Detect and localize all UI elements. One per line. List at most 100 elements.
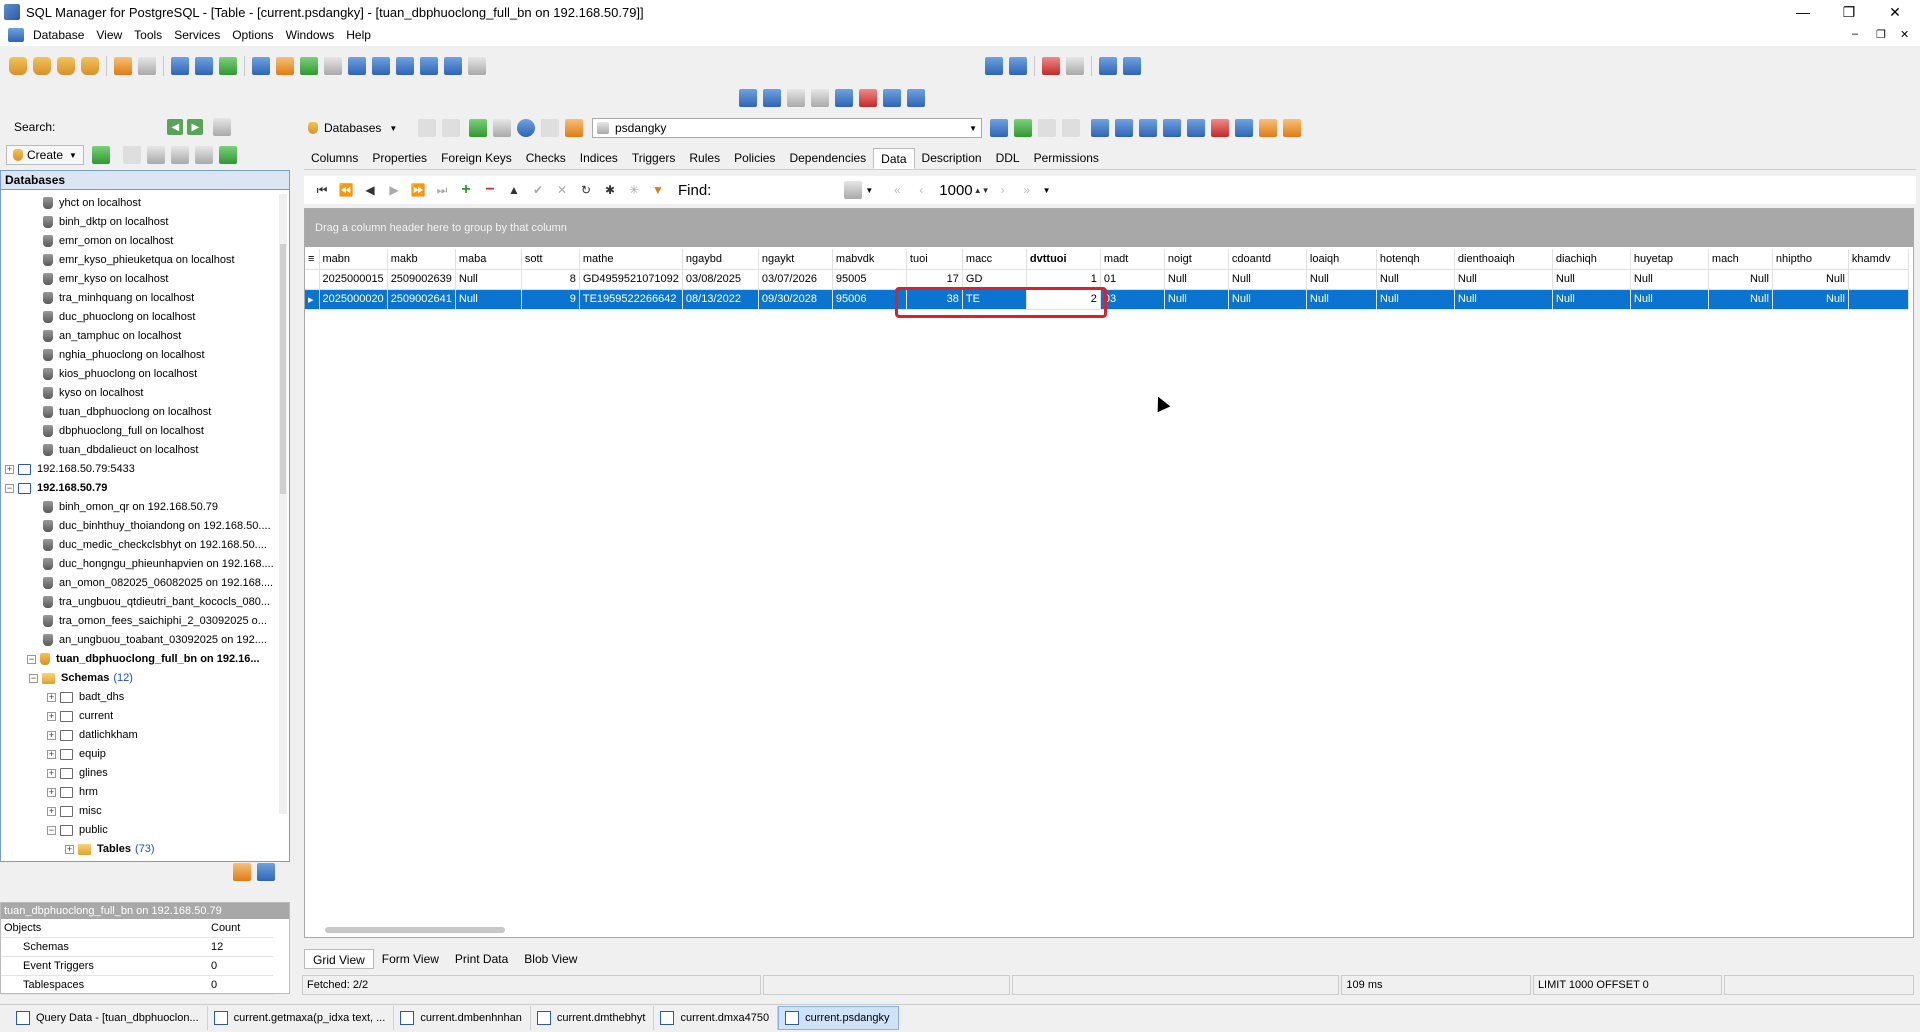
duplicate-icon[interactable]: [1163, 119, 1181, 137]
collapse-icon[interactable]: −: [47, 825, 56, 835]
table-row[interactable]: 2025000015 2509002639 Null 8 GD4959521071092…: [305, 269, 1909, 290]
tree-item[interactable]: an_ungbuou_toabant_03092025 on 192....: [43, 631, 267, 650]
taskbar-window-button[interactable]: current.dmxa4750: [654, 1005, 779, 1030]
column-header[interactable]: cdoantd: [1228, 249, 1307, 270]
table-cell[interactable]: [1848, 289, 1909, 310]
tab-rules[interactable]: Rules: [682, 148, 727, 169]
next-fetch-icon[interactable]: ›: [993, 180, 1013, 200]
close-all-icon[interactable]: [859, 89, 877, 107]
table-cell[interactable]: Null: [1164, 269, 1229, 290]
last-record-icon[interactable]: ⏭: [432, 180, 452, 200]
tree-item[interactable]: emr_kyso_phieuketqua on localhost: [43, 251, 235, 270]
column-header[interactable]: khamdv: [1848, 249, 1909, 270]
limit-spinner-icon[interactable]: ▲▼: [974, 180, 990, 200]
prev-fetch-icon[interactable]: ‹: [911, 180, 931, 200]
history-icon[interactable]: [218, 146, 237, 164]
tree-item[interactable]: tra_omon_fees_saichiphi_2_03092025 o...: [43, 612, 267, 631]
register-database-icon[interactable]: [33, 57, 51, 75]
tree-item[interactable]: duc_binhthuy_thoiandong on 192.168.50...…: [43, 517, 271, 536]
table-cell[interactable]: Null: [1772, 269, 1849, 290]
tab-data[interactable]: Data: [873, 148, 915, 169]
column-header[interactable]: sott: [521, 249, 580, 270]
tree-item[interactable]: − tuan_dbphuoclong_full_bn on 192.16...: [27, 650, 260, 669]
tree-item[interactable]: tra_ungbuou_qtdieutri_bant_kococls_080..…: [43, 593, 270, 612]
tree-item[interactable]: + badt_dhs: [47, 688, 124, 707]
column-header[interactable]: mabvdk: [832, 249, 907, 270]
expand-icon[interactable]: +: [65, 844, 74, 854]
bookmark-icon[interactable]: ✱: [600, 180, 620, 200]
table-cell[interactable]: Null: [1306, 269, 1377, 290]
column-header[interactable]: mathe: [579, 249, 683, 270]
tab-triggers[interactable]: Triggers: [625, 148, 683, 169]
row-indicator[interactable]: [305, 269, 320, 290]
backup-icon[interactable]: [348, 57, 366, 75]
properties-table-icon[interactable]: [1283, 119, 1301, 137]
rollback-icon[interactable]: [1062, 119, 1080, 137]
column-header[interactable]: macc: [962, 249, 1027, 270]
search-options-icon[interactable]: [213, 118, 232, 136]
table-cell[interactable]: 09/30/2028: [758, 289, 833, 310]
tree-item[interactable]: + glines: [47, 764, 108, 783]
group-icon[interactable]: [420, 57, 438, 75]
table-cell[interactable]: Null: [1376, 269, 1455, 290]
tree-item[interactable]: − 192.168.50.79: [5, 479, 107, 498]
properties-icon[interactable]: [138, 57, 156, 75]
table-cell[interactable]: 8: [521, 269, 580, 290]
search-previous-icon[interactable]: ◀: [167, 119, 184, 135]
post-edit-icon[interactable]: ✔: [528, 180, 548, 200]
tree-item[interactable]: duc_hongngu_phieunhapvien on 192.168....: [43, 555, 274, 574]
mdi-close-button[interactable]: ✕: [1900, 28, 1909, 41]
print-icon[interactable]: [324, 57, 342, 75]
menu-view[interactable]: View: [90, 28, 128, 42]
restore-button[interactable]: ❐: [1826, 0, 1872, 24]
table-cell[interactable]: Null: [1630, 269, 1709, 290]
extract-icon[interactable]: [372, 57, 390, 75]
taskbar-window-button[interactable]: current.dmthebhyt: [531, 1005, 655, 1030]
taskbar-window-button[interactable]: Query Data - [tuan_dbphuoclon...: [10, 1005, 208, 1030]
chart-icon[interactable]: [219, 57, 237, 75]
database-tree[interactable]: yhct on localhost binh_dktp on localhost e…: [0, 190, 290, 862]
table-cell[interactable]: 08/13/2022: [682, 289, 759, 310]
column-header[interactable]: ngaybd: [682, 249, 759, 270]
table-cell[interactable]: 2025000020: [319, 289, 388, 310]
table-cell[interactable]: Null: [1552, 289, 1631, 310]
table-cell[interactable]: 9: [521, 289, 580, 310]
taskbar-window-button[interactable]: current.psdangky: [778, 1005, 899, 1030]
report-icon[interactable]: [1042, 57, 1060, 75]
group-by-panel[interactable]: Drag a column header here to group by th…: [305, 209, 1913, 247]
tree-item[interactable]: duc_phuoclong on localhost: [43, 308, 195, 327]
mdi-window-icon[interactable]: [8, 28, 24, 42]
minimize-button[interactable]: —: [1780, 0, 1826, 24]
tab-columns[interactable]: Columns: [304, 148, 365, 169]
tree-item[interactable]: duc_medic_checkclsbhyt on 192.168.50....: [43, 536, 267, 555]
arrange-icon[interactable]: [835, 89, 853, 107]
menu-help[interactable]: Help: [340, 28, 377, 42]
tree-item[interactable]: yhct on localhost: [43, 194, 141, 213]
next-window-icon[interactable]: [907, 89, 925, 107]
table-cell[interactable]: 03/07/2026: [758, 269, 833, 290]
compare-icon[interactable]: [1009, 57, 1027, 75]
row-indicator[interactable]: ▸: [305, 289, 320, 310]
collapse-icon[interactable]: −: [27, 654, 36, 664]
user-icon[interactable]: [396, 57, 414, 75]
table-cell[interactable]: 01: [1100, 269, 1165, 290]
objects-row[interactable]: Event Triggers 0: [1, 957, 273, 976]
forward-icon[interactable]: [442, 119, 460, 137]
expand-icon[interactable]: +: [47, 768, 56, 778]
tree-item[interactable]: kyso on localhost: [43, 384, 143, 403]
last-fetch-icon[interactable]: »: [1017, 180, 1037, 200]
tree-item[interactable]: binh_dktp on localhost: [43, 213, 168, 232]
mdi-restore-button[interactable]: ❐: [1876, 28, 1886, 41]
cascade-icon[interactable]: [739, 89, 757, 107]
column-header[interactable]: noigt: [1164, 249, 1229, 270]
expand-icon[interactable]: +: [47, 806, 56, 816]
refresh-object-icon[interactable]: [469, 119, 487, 137]
table-cell[interactable]: Null: [1772, 289, 1849, 310]
table-cell[interactable]: Null: [1552, 269, 1631, 290]
tree-item[interactable]: binh_omon_qr on 192.168.50.79: [43, 498, 218, 517]
table-cell[interactable]: [1848, 269, 1909, 290]
expand-icon[interactable]: +: [47, 730, 56, 740]
taskbar-window-button[interactable]: current.getmaxa(p_idxa text, ...: [208, 1005, 395, 1030]
collapse-icon[interactable]: −: [29, 673, 38, 683]
find-options-icon[interactable]: [844, 181, 863, 199]
